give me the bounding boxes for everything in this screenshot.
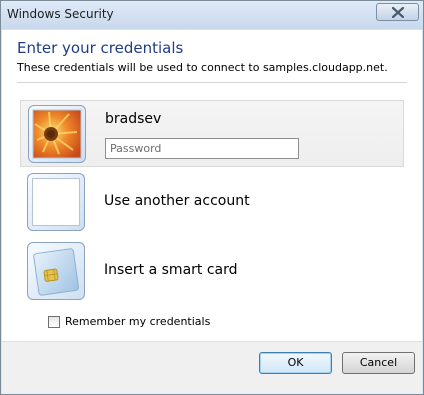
smart-card-label: Insert a smart card [104,262,238,278]
remember-credentials-label: Remember my credentials [65,315,211,328]
dialog-heading: Enter your credentials [17,39,184,57]
windows-security-dialog: Windows Security Enter your credentials … [0,0,424,395]
window-title: Windows Security [7,7,114,21]
credential-tile-bradsev[interactable]: bradsev [20,100,404,167]
dialog-content: Enter your credentials These credentials… [2,30,422,341]
credential-tile-smart-card[interactable]: Insert a smart card [20,238,404,305]
title-bar[interactable]: Windows Security [1,1,423,29]
credential-tile-another-account[interactable]: Use another account [20,169,404,236]
smart-card-icon [27,242,85,300]
close-icon [392,7,404,18]
button-bar: OK Cancel [2,341,422,394]
cancel-button[interactable]: Cancel [342,352,415,374]
divider [17,82,407,83]
remember-credentials-checkbox[interactable] [48,316,60,328]
close-button[interactable] [376,3,419,21]
dialog-subtext: These credentials will be used to connec… [17,61,388,74]
another-account-label: Use another account [104,193,250,209]
ok-button[interactable]: OK [259,352,332,374]
blank-user-picture-icon [27,173,85,231]
credential-username: bradsev [105,111,162,127]
flower-user-picture-icon [28,105,86,163]
password-input[interactable] [105,138,299,159]
